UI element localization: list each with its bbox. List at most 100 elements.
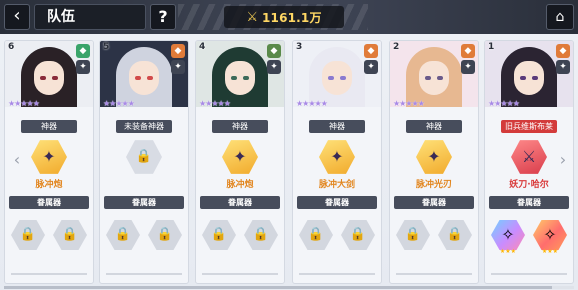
weapon-icon: ✦ [233,147,247,166]
artifact-label: 神器 [406,120,462,133]
portrait-eye [520,76,526,80]
team-slot-card[interactable]: 4 ◆ ✦ ★★★★★ 神器 ✦ 脉冲炮 眷属器 🔒 🔒 [195,40,285,284]
artifact-name: 脉冲大剑 [318,180,355,190]
gear-slot[interactable]: ✧ [491,219,525,251]
lock-icon: 🔒 [19,227,37,242]
familiar-gear-header: 眷属器 [394,196,474,209]
character-stars: ★★★★★ [393,99,425,108]
gear-icon: ✧ [501,225,515,244]
character-stars: ★★★★★ [103,99,135,108]
lock-icon: 🔒 [210,227,228,242]
element-badge-icon: ◆ [461,44,475,58]
lock-icon: 🔒 [61,227,79,242]
slot-position-number: 3 [296,42,303,52]
portrait-eye [532,76,538,80]
weapon-icon: ✦ [427,147,441,166]
home-icon: ⌂ [555,9,565,25]
lock-icon: 🔒 [135,149,153,164]
home-button[interactable]: ⌂ [546,4,574,30]
lock-icon: 🔒 [349,227,367,242]
card-divider [491,273,567,275]
familiar-gear-header: 眷属器 [9,196,89,209]
team-power-value: 1161.1万 [261,10,322,25]
portrait-eye [328,76,334,80]
locked-gear-slot[interactable]: 🔒 [341,219,375,251]
portrait-eye [340,76,346,80]
character-stars: ★★★★★ [296,99,328,108]
artifact-name: 脉冲炮 [226,180,254,190]
artifact-name: 妖刀·哈尔 [509,180,549,190]
locked-gear-slot[interactable]: 🔒 [53,219,87,251]
lock-icon: 🔒 [404,227,422,242]
portrait-face [225,61,255,95]
portrait-eye [52,76,58,80]
artifact-label: 旧兵维斯布莱 [501,120,557,133]
back-arrow-icon: ‹ [13,5,21,26]
team-power-display: ⚔ 1161.1万 [224,6,344,28]
slot-position-number: 4 [199,42,206,52]
artifact-label: 神器 [212,120,268,133]
element-badge-icon: ◆ [364,44,378,58]
portrait-face [514,61,544,95]
gear-icon: ✧ [543,225,557,244]
familiar-gear-header: 眷属器 [104,196,184,209]
page-title: 队伍 [34,4,146,30]
slot-position-number: 2 [393,42,400,52]
element-badge-icon: ◆ [76,44,90,58]
slot-position-number: 5 [103,42,110,52]
locked-gear-slot[interactable]: 🔒 [244,219,278,251]
lock-icon: 🔒 [114,227,132,242]
portrait-eye [437,76,443,80]
crossed-swords-icon: ⚔ [246,9,258,25]
artifact-label: 未装备神器 [116,120,172,133]
class-badge-icon: ✦ [364,60,378,74]
card-divider [11,273,87,275]
gear-stars: ★★★ [499,248,517,255]
team-slot-card[interactable]: 5 ◆ ✦ ★★★★★ 未装备神器 🔒 眷属器 🔒 🔒 [99,40,189,284]
familiar-gear-header: 眷属器 [200,196,280,209]
team-slot-card[interactable]: 3 ◆ ✦ ★★★★★ 神器 ✦ 脉冲大剑 眷属器 🔒 🔒 [292,40,382,284]
portrait-face [34,61,64,95]
help-button[interactable]: ? [150,4,176,30]
element-badge-icon: ◆ [556,44,570,58]
locked-gear-slot[interactable]: 🔒 [11,219,45,251]
portrait-eye [135,76,141,80]
class-badge-icon: ✦ [76,60,90,74]
familiar-gear-header: 眷属器 [297,196,377,209]
weapon-icon: ✦ [330,147,344,166]
gear-stars: ★★★ [541,248,559,255]
character-stars: ★★★★★ [199,99,231,108]
team-slot-card[interactable]: 2 ◆ ✦ ★★★★★ 神器 ✦ 脉冲光刃 眷属器 🔒 🔒 [389,40,479,284]
lock-icon: 🔒 [252,227,270,242]
artifact-label: 神器 [309,120,365,133]
lock-icon: 🔒 [307,227,325,242]
character-stars: ★★★★★ [8,99,40,108]
chevron-right-icon[interactable]: › [556,150,570,170]
class-badge-icon: ✦ [461,60,475,74]
scrollbar-thumb[interactable] [4,286,552,289]
locked-gear-slot[interactable]: 🔒 [438,219,472,251]
locked-gear-slot[interactable]: 🔒 [202,219,236,251]
class-badge-icon: ✦ [556,60,570,74]
portrait-eye [40,76,46,80]
lock-icon: 🔒 [446,227,464,242]
slot-position-number: 1 [488,42,495,52]
slot-position-number: 6 [8,42,15,52]
class-badge-icon: ✦ [267,60,281,74]
card-divider [299,273,375,275]
locked-gear-slot[interactable]: 🔒 [106,219,140,251]
locked-gear-slot[interactable]: 🔒 [396,219,430,251]
chevron-left-icon[interactable]: ‹ [10,150,24,170]
back-button[interactable]: ‹ [4,4,30,30]
artifact-name: 脉冲炮 [35,180,63,190]
element-badge-icon: ◆ [267,44,281,58]
locked-gear-slot[interactable]: 🔒 [299,219,333,251]
portrait-eye [243,76,249,80]
element-badge-icon: ◆ [171,44,185,58]
portrait-face [322,61,352,95]
card-divider [202,273,278,275]
portrait-face [129,61,159,95]
gear-slot[interactable]: ✧ [533,219,567,251]
weapon-icon: ⚔ [521,147,537,166]
locked-gear-slot[interactable]: 🔒 [148,219,182,251]
